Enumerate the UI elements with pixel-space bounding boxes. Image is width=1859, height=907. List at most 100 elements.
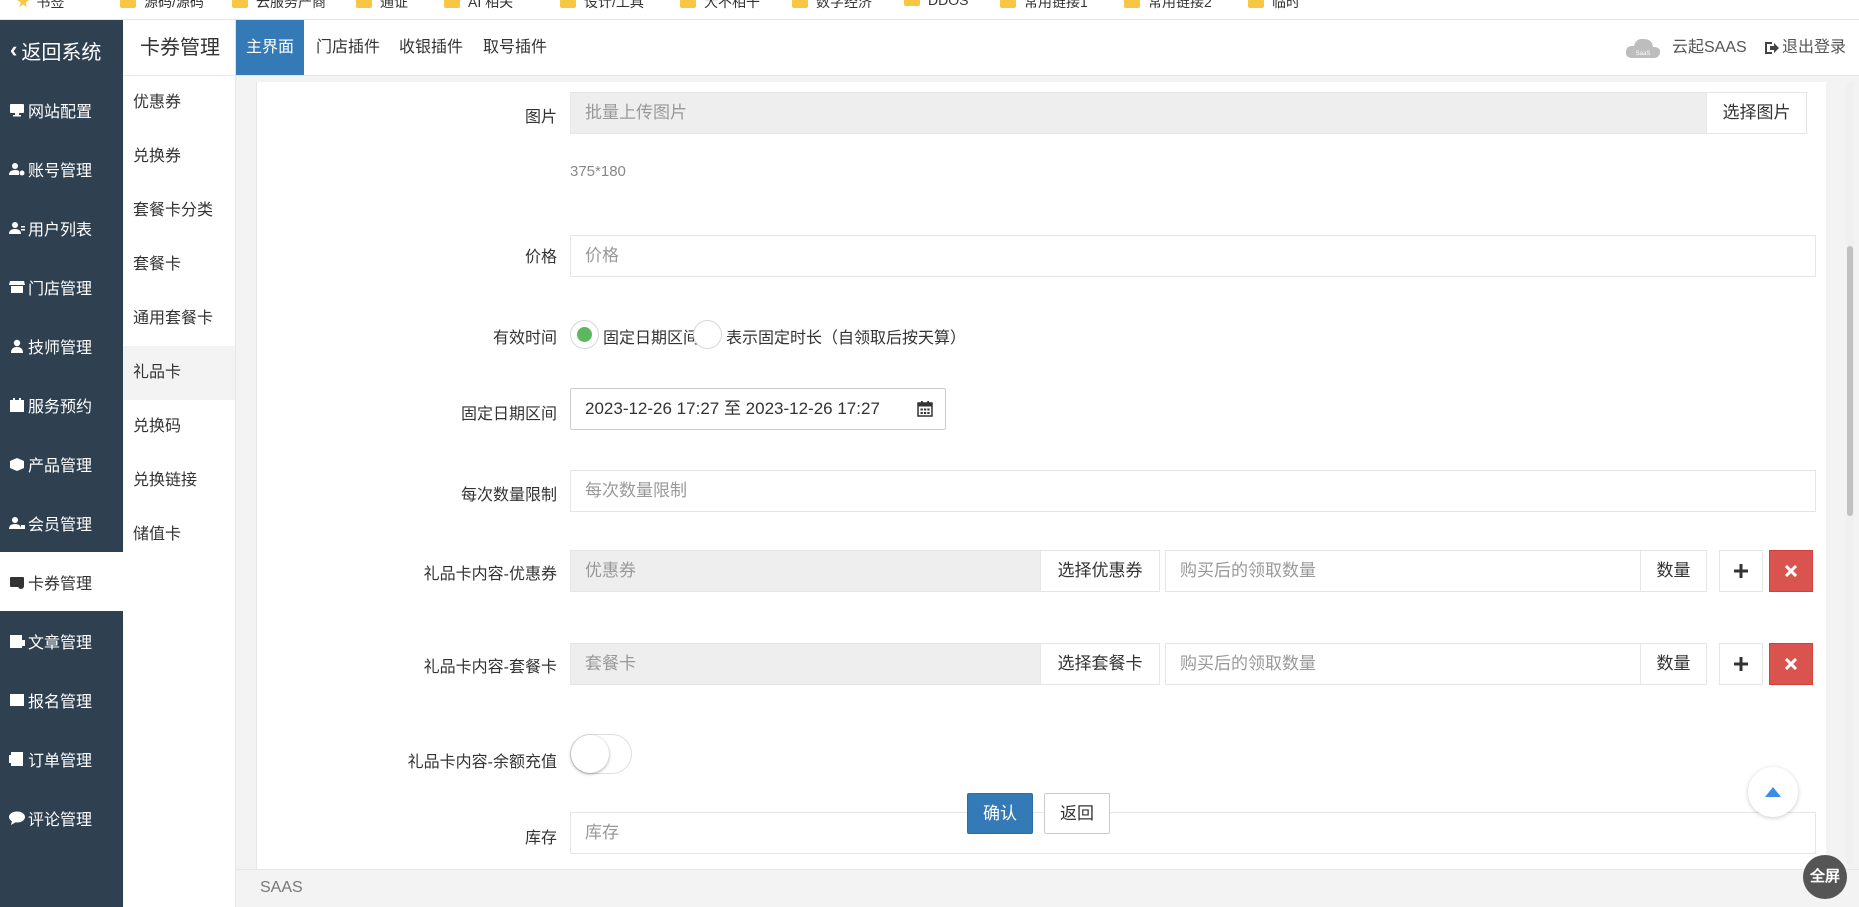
calendar-icon [9,397,25,412]
price-label: 价格 [524,249,557,266]
bookmark-item[interactable]: 云服务产商 [232,0,326,12]
radio-fixed-date-range-label: 固定日期区间 [603,330,700,347]
add-package-row-button[interactable] [1719,643,1763,685]
chevron-left-icon: ‹ [10,37,18,62]
fullscreen-button[interactable]: 全屏 [1803,855,1847,899]
bookmark-item[interactable]: 常用链接1 [1000,0,1088,12]
limit-input[interactable]: 每次数量限制 [570,470,1816,512]
balance-content-label: 礼品卡内容-余额充值 [407,754,557,771]
date-range-picker[interactable]: 2023-12-26 17:27 至 2023-12-26 17:27 [570,388,946,430]
sidebar-item-calendar[interactable]: 服务预约 [0,375,123,434]
tab-store-plugin[interactable]: 门店插件 [316,20,380,75]
submenu-item[interactable]: 兑换链接 [123,454,235,508]
bookmark-item[interactable]: DDOS [904,0,968,8]
choose-image-button[interactable]: 选择图片 [1706,92,1807,134]
package-field[interactable]: 套餐卡 [570,643,1041,685]
sidebar-item-label: 门店管理 [28,280,93,298]
bookmark-item[interactable]: 常用链接2 [1124,0,1212,12]
bookmark-item[interactable]: 源码/源码 [120,0,204,12]
sidebar-item-article[interactable]: 文章管理 [0,611,123,670]
back-to-top-button[interactable] [1748,767,1798,817]
coupon-quantity-input[interactable]: 购买后的领取数量 [1165,550,1641,592]
submenu: 卡券管理 优惠券 兑换券 套餐卡分类 套餐卡 通用套餐卡 礼品卡 兑换码 兑换链接 储值卡 [123,20,236,907]
submenu-item[interactable]: 优惠券 [123,76,235,130]
bookmark-item[interactable]: 通证 [356,0,408,12]
tab-queue-plugin[interactable]: 取号插件 [483,20,547,75]
submenu-item[interactable]: 套餐卡分类 [123,184,235,238]
package-quantity-input[interactable]: 购买后的领取数量 [1165,643,1641,685]
comment-icon [9,811,25,825]
select-coupon-button[interactable]: 选择优惠券 [1040,550,1160,592]
image-upload-field[interactable]: 批量上传图片 [570,92,1707,134]
sidebar-item-user-gear[interactable]: 账号管理 [0,139,123,198]
sidebar-item-label: 订单管理 [28,752,93,770]
sidebar-item-label: 报名管理 [28,693,93,711]
stock-input[interactable]: 库存 [570,812,1816,854]
sidebar-item-technician[interactable]: 技师管理 [0,316,123,375]
article-icon [9,634,25,648]
radio-fixed-date-range[interactable] [570,320,599,349]
submenu-item[interactable]: 储值卡 [123,508,235,562]
scrollbar-thumb[interactable] [1847,246,1853,516]
tab-cashier-plugin[interactable]: 收银插件 [399,20,463,75]
stock-label: 库存 [524,830,557,847]
coupon-field[interactable]: 优惠券 [570,550,1041,592]
bookmark-item[interactable]: 大不相干 [680,0,760,12]
back-button[interactable]: 返回 [1044,793,1110,834]
submenu-item[interactable]: 礼品卡 [123,346,235,400]
sidebar-item-order[interactable]: 订单管理 [0,729,123,788]
member-icon [9,516,25,530]
package-content-label: 礼品卡内容-套餐卡 [423,659,557,676]
coupon-quantity-addon: 数量 [1640,550,1707,592]
price-input[interactable]: 价格 [570,235,1816,277]
bookmark-item[interactable]: 数字经济 [792,0,872,12]
remove-coupon-row-button[interactable] [1769,550,1813,592]
folder-icon [904,0,920,6]
store-icon [9,280,25,294]
cloud-icon: SaaS [1625,38,1661,58]
user-list-icon [9,221,25,235]
sidebar-item-image[interactable]: 报名管理 [0,670,123,729]
logout-button[interactable]: 退出登录 [1764,20,1846,75]
sidebar-item-comment[interactable]: 评论管理 [0,788,123,847]
bookmark-item[interactable]: 设计/工具 [560,0,644,12]
bookmark-item[interactable]: ★ 书签 [16,0,64,12]
user-gear-icon [9,162,25,176]
submenu-item[interactable]: 通用套餐卡 [123,292,235,346]
sidebar-item-box[interactable]: 产品管理 [0,434,123,493]
confirm-button[interactable]: 确认 [967,793,1033,834]
folder-icon [120,0,136,8]
star-icon: ★ [16,0,31,11]
sidebar-item-monitor[interactable]: 网站配置 [0,80,123,139]
monitor-icon [9,103,25,117]
sidebar-item-label: 网站配置 [28,103,93,121]
bookmark-item[interactable]: 临时 [1248,0,1300,12]
sidebar-item-member[interactable]: 会员管理 [0,493,123,552]
submenu-item[interactable]: 兑换码 [123,400,235,454]
submenu-item[interactable]: 兑换券 [123,130,235,184]
image-label: 图片 [524,109,557,126]
radio-fixed-duration[interactable] [693,320,722,349]
folder-icon [1124,0,1140,8]
remove-package-row-button[interactable] [1769,643,1813,685]
submenu-item[interactable]: 套餐卡 [123,238,235,292]
select-package-button[interactable]: 选择套餐卡 [1040,643,1160,685]
technician-icon [9,339,25,353]
sidebar-item-label: 产品管理 [28,457,93,475]
plus-icon [1734,564,1748,578]
close-icon [1785,565,1797,577]
sidebar-item-label: 评论管理 [28,811,93,829]
bookmark-item[interactable]: AI 相关 [444,0,513,12]
add-coupon-row-button[interactable] [1719,550,1763,592]
tab-main[interactable]: 主界面 [236,20,305,75]
sidebar-item-coupon[interactable]: 卡券管理 [0,552,123,611]
folder-icon [560,0,576,8]
radio-fixed-duration-label: 表示固定时长（自领取后按天算） [726,330,967,347]
date-range-label: 固定日期区间 [460,406,557,423]
sidebar-item-user-list[interactable]: 用户列表 [0,198,123,257]
plus-icon [1734,657,1748,671]
sidebar-item-store[interactable]: 门店管理 [0,257,123,316]
balance-recharge-toggle[interactable] [570,734,632,774]
back-to-system-button[interactable]: ‹ 返回系统 [0,20,123,80]
folder-icon [1248,0,1264,8]
